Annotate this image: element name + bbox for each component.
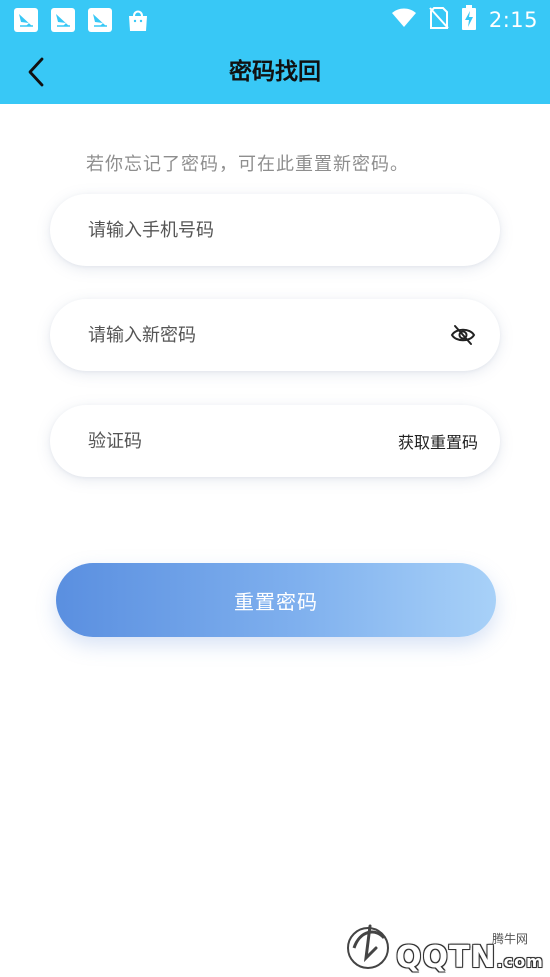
back-button[interactable] <box>14 50 58 94</box>
shopping-bag-icon <box>125 7 151 33</box>
recovery-hint: 若你忘记了密码，可在此重置新密码。 <box>86 154 409 175</box>
watermark: 腾牛网 QQTN.com <box>340 918 544 975</box>
watermark-brand-suffix: .com <box>496 952 544 971</box>
status-time: 2:15 <box>488 8 538 32</box>
new-password-field <box>50 299 500 371</box>
watermark-brand-text: QQTN.com <box>396 940 544 975</box>
app-notification-icon <box>14 8 38 32</box>
new-password-input[interactable] <box>88 324 448 346</box>
get-reset-code-button[interactable]: 获取重置码 <box>398 429 478 453</box>
app-notification-icon <box>88 8 112 32</box>
eye-off-icon <box>450 325 476 345</box>
watermark-logo-icon <box>347 924 389 969</box>
system-status: 2:15 <box>391 5 538 35</box>
phone-field <box>50 194 500 266</box>
app-notification-icon <box>51 8 75 32</box>
app-bar: 密码找回 <box>0 40 550 104</box>
verification-code-input[interactable] <box>88 430 398 452</box>
page-title: 密码找回 <box>229 59 321 85</box>
watermark-brand-main: QQTN <box>396 940 497 975</box>
no-sim-icon <box>429 6 449 34</box>
verification-code-field: 获取重置码 <box>50 405 500 477</box>
phone-input[interactable] <box>88 219 478 241</box>
battery-charging-icon <box>461 5 477 35</box>
reset-password-button[interactable]: 重置密码 <box>56 563 496 637</box>
chevron-left-icon <box>28 57 44 87</box>
notification-icons <box>14 7 151 33</box>
wifi-icon <box>391 8 417 32</box>
status-bar: 2:15 <box>0 0 550 40</box>
password-visibility-toggle[interactable] <box>448 320 478 350</box>
password-recovery-screen: 2:15 密码找回 若你忘记了密码，可在此重置新密码。 获取重置码 重置密码 腾… <box>0 0 550 977</box>
